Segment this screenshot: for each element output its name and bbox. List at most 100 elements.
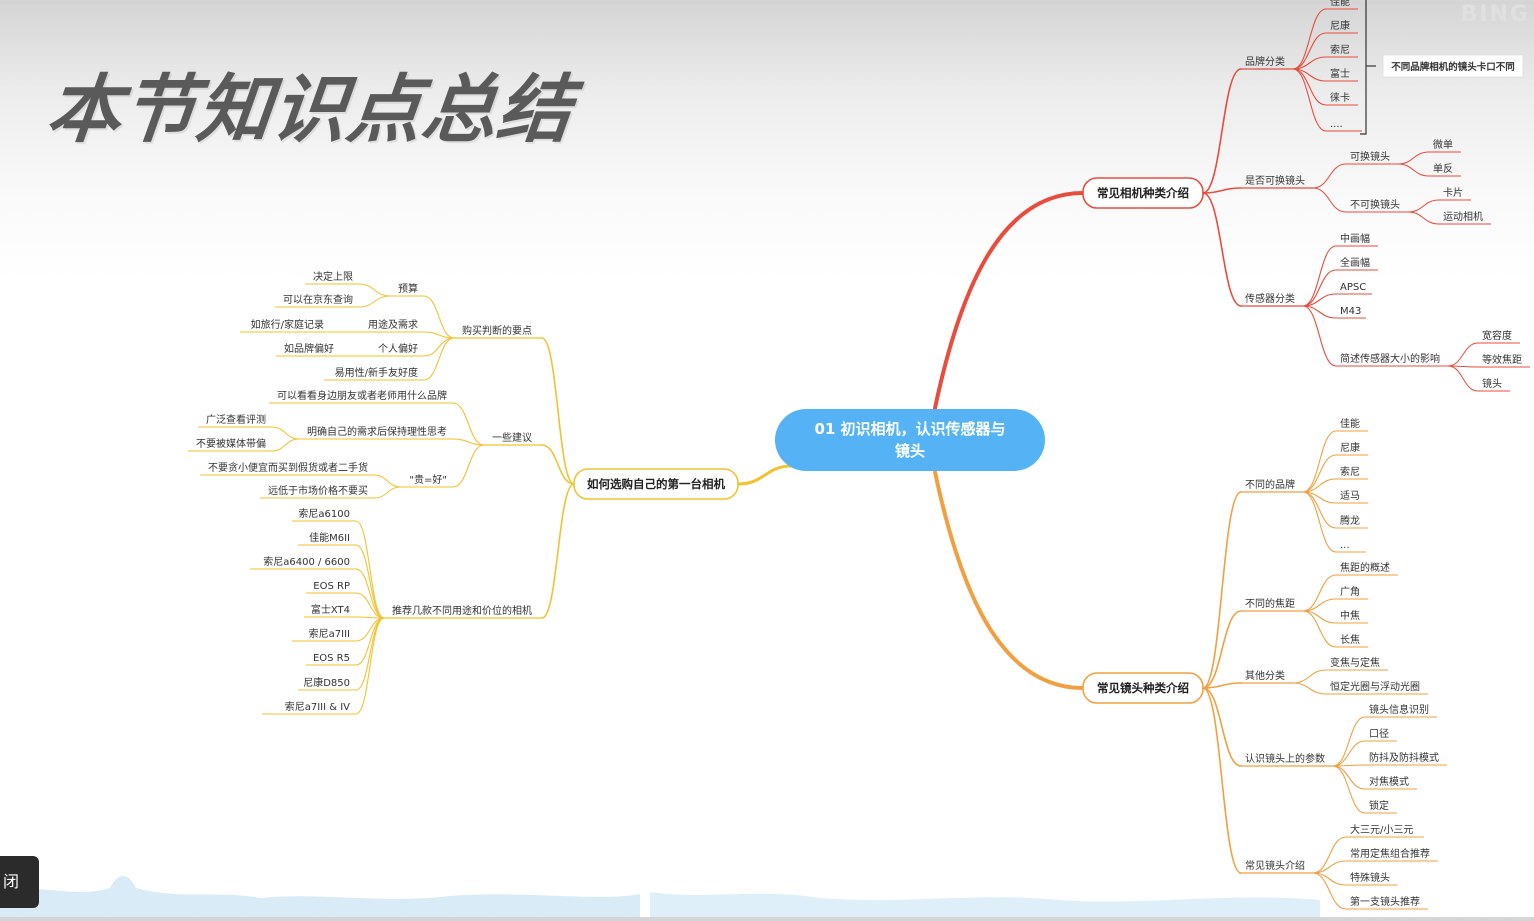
- node-l3[interactable]: 索尼a6100: [298, 507, 350, 520]
- connector-line: [541, 337, 575, 485]
- node-l3[interactable]: APSC: [1340, 282, 1366, 293]
- node-l3[interactable]: 中画幅: [1340, 232, 1370, 245]
- node-l3[interactable]: 简述传感器大小的影响: [1340, 352, 1440, 365]
- connector-root-lens: [933, 470, 1085, 690]
- connector-line: [1202, 687, 1242, 874]
- node-l3[interactable]: "贵=好": [409, 473, 447, 486]
- node-l3[interactable]: 尼康D850: [303, 676, 350, 689]
- connector-line: [1332, 765, 1366, 814]
- node-l3[interactable]: 特殊镜头: [1350, 871, 1390, 884]
- node-l4[interactable]: 不要贪小便宜而买到假货或者二手货: [208, 461, 368, 474]
- node-l2[interactable]: 常见镜头介绍: [1245, 859, 1305, 872]
- node-l4[interactable]: 运动相机: [1443, 210, 1483, 223]
- node-l3[interactable]: 腾龙: [1340, 514, 1360, 527]
- node-l2[interactable]: 认识镜头上的参数: [1245, 752, 1325, 765]
- node-l3[interactable]: 恒定光圈与浮动光圈: [1330, 680, 1420, 693]
- root-node-label[interactable]: 01 初识相机，认识传感器与: [814, 420, 1005, 438]
- node-l3[interactable]: 富士: [1330, 67, 1350, 80]
- node-l3[interactable]: 预算: [398, 282, 418, 295]
- node-l3[interactable]: EOS RP: [313, 581, 350, 592]
- connector-line: [423, 295, 455, 339]
- node-l3[interactable]: 明确自己的需求后保持理性思考: [307, 425, 447, 438]
- node-l3[interactable]: 索尼: [1340, 465, 1360, 478]
- node-l3[interactable]: 变焦与定焦: [1330, 656, 1380, 669]
- connector-line: [355, 617, 385, 715]
- node-l4[interactable]: 决定上限: [313, 270, 353, 283]
- node-l4[interactable]: 宽容度: [1482, 329, 1512, 342]
- node-l3[interactable]: 索尼: [1330, 43, 1350, 56]
- node-l3[interactable]: 佳能M6II: [309, 531, 350, 544]
- node-l4[interactable]: 镜头: [1482, 377, 1502, 390]
- connector-line: [1302, 430, 1337, 493]
- root-node-label[interactable]: 镜头: [895, 442, 925, 460]
- node-l3[interactable]: 对焦模式: [1369, 775, 1409, 788]
- decorative-hills: [0, 876, 640, 917]
- connector-root-left: [736, 464, 794, 486]
- connector-line: [1332, 765, 1366, 790]
- page-title: 本节知识点总结: [42, 67, 577, 153]
- connector-line: [1407, 199, 1440, 213]
- node-l4[interactable]: 微单: [1433, 138, 1453, 151]
- node-l3[interactable]: 第一支镜头推荐: [1350, 895, 1420, 908]
- node-l2[interactable]: 是否可换镜头: [1245, 174, 1305, 187]
- node-l3[interactable]: 索尼a7III: [309, 627, 350, 640]
- node-l3[interactable]: 不可换镜头: [1350, 198, 1400, 211]
- node-l3[interactable]: 用途及需求: [368, 318, 418, 331]
- node-l2[interactable]: 一些建议: [492, 431, 532, 444]
- node-l3[interactable]: 镜头信息识别: [1369, 703, 1429, 716]
- node-l3[interactable]: 佳能: [1340, 417, 1360, 430]
- node-l2[interactable]: 购买判断的要点: [462, 324, 532, 337]
- node-l3[interactable]: 适马: [1340, 490, 1360, 502]
- branch-label-left[interactable]: 如何选购自己的第一台相机: [587, 477, 725, 491]
- node-l3[interactable]: M43: [1340, 306, 1361, 317]
- node-l3[interactable]: 尼康: [1340, 441, 1360, 454]
- node-l3[interactable]: ....: [1330, 119, 1343, 130]
- node-l3[interactable]: 大三元/小三元: [1350, 823, 1413, 836]
- decorative-hills: [650, 892, 1320, 917]
- node-l3[interactable]: 个人偏好: [378, 342, 418, 355]
- node-l3[interactable]: 可换镜头: [1350, 150, 1390, 163]
- node-l3[interactable]: 防抖及防抖模式: [1369, 751, 1439, 764]
- node-l3[interactable]: ...: [1340, 540, 1350, 551]
- node-l2[interactable]: 推荐几款不同用途和价位的相机: [392, 604, 532, 617]
- node-l3[interactable]: 锁定: [1369, 799, 1389, 812]
- node-l3[interactable]: 中焦: [1340, 609, 1360, 622]
- branch-label-lens[interactable]: 常见镜头种类介绍: [1097, 681, 1189, 695]
- close-button[interactable]: 闭: [0, 856, 39, 908]
- node-l3[interactable]: 口径: [1369, 727, 1389, 740]
- node-l2[interactable]: 传感器分类: [1245, 292, 1295, 305]
- node-l3[interactable]: 长焦: [1340, 633, 1360, 646]
- root-node[interactable]: [775, 409, 1045, 471]
- branch-label-camera[interactable]: 常见相机种类介绍: [1097, 186, 1189, 200]
- node-l4[interactable]: 广泛查看评测: [206, 413, 266, 426]
- connector-line: [541, 483, 575, 619]
- node-l4[interactable]: 等效焦距: [1482, 353, 1522, 366]
- node-l2[interactable]: 不同的品牌: [1245, 478, 1295, 491]
- node-l4[interactable]: 如旅行/家庭记录: [251, 318, 324, 331]
- node-l4[interactable]: 可以在京东查询: [283, 293, 353, 306]
- node-l3[interactable]: 索尼a7III & IV: [285, 700, 350, 713]
- node-l3[interactable]: 索尼a6400 / 6600: [263, 555, 350, 568]
- node-l3[interactable]: 易用性/新手友好度: [335, 366, 418, 379]
- node-l2[interactable]: 不同的焦距: [1245, 597, 1295, 610]
- node-l3[interactable]: 常用定焦组合推荐: [1350, 847, 1430, 860]
- connector-line: [1202, 68, 1242, 194]
- node-l3[interactable]: 广角: [1340, 586, 1360, 598]
- node-l3[interactable]: 徕卡: [1330, 91, 1350, 104]
- node-l4[interactable]: 卡片: [1443, 186, 1463, 199]
- node-l3[interactable]: 富士XT4: [311, 603, 350, 616]
- connector-line: [1312, 187, 1347, 213]
- node-l4[interactable]: 远低于市场价格不要买: [268, 484, 368, 497]
- node-l4[interactable]: 单反: [1433, 163, 1453, 175]
- node-l3[interactable]: EOS R5: [313, 653, 350, 664]
- note-label[interactable]: 不同品牌相机的镜头卡口不同: [1391, 61, 1515, 73]
- node-l4[interactable]: 如品牌偏好: [284, 342, 334, 355]
- node-l3[interactable]: 尼康: [1330, 19, 1350, 32]
- node-l3[interactable]: 佳能: [1330, 0, 1350, 8]
- node-l2[interactable]: 其他分类: [1245, 669, 1285, 682]
- node-l4[interactable]: 不要被媒体带偏: [196, 437, 266, 450]
- node-l2[interactable]: 品牌分类: [1245, 55, 1285, 68]
- node-l3[interactable]: 焦距的概述: [1340, 561, 1390, 574]
- node-l3[interactable]: 全画幅: [1340, 256, 1370, 269]
- node-l3[interactable]: 可以看看身边朋友或者老师用什么品牌: [277, 389, 447, 402]
